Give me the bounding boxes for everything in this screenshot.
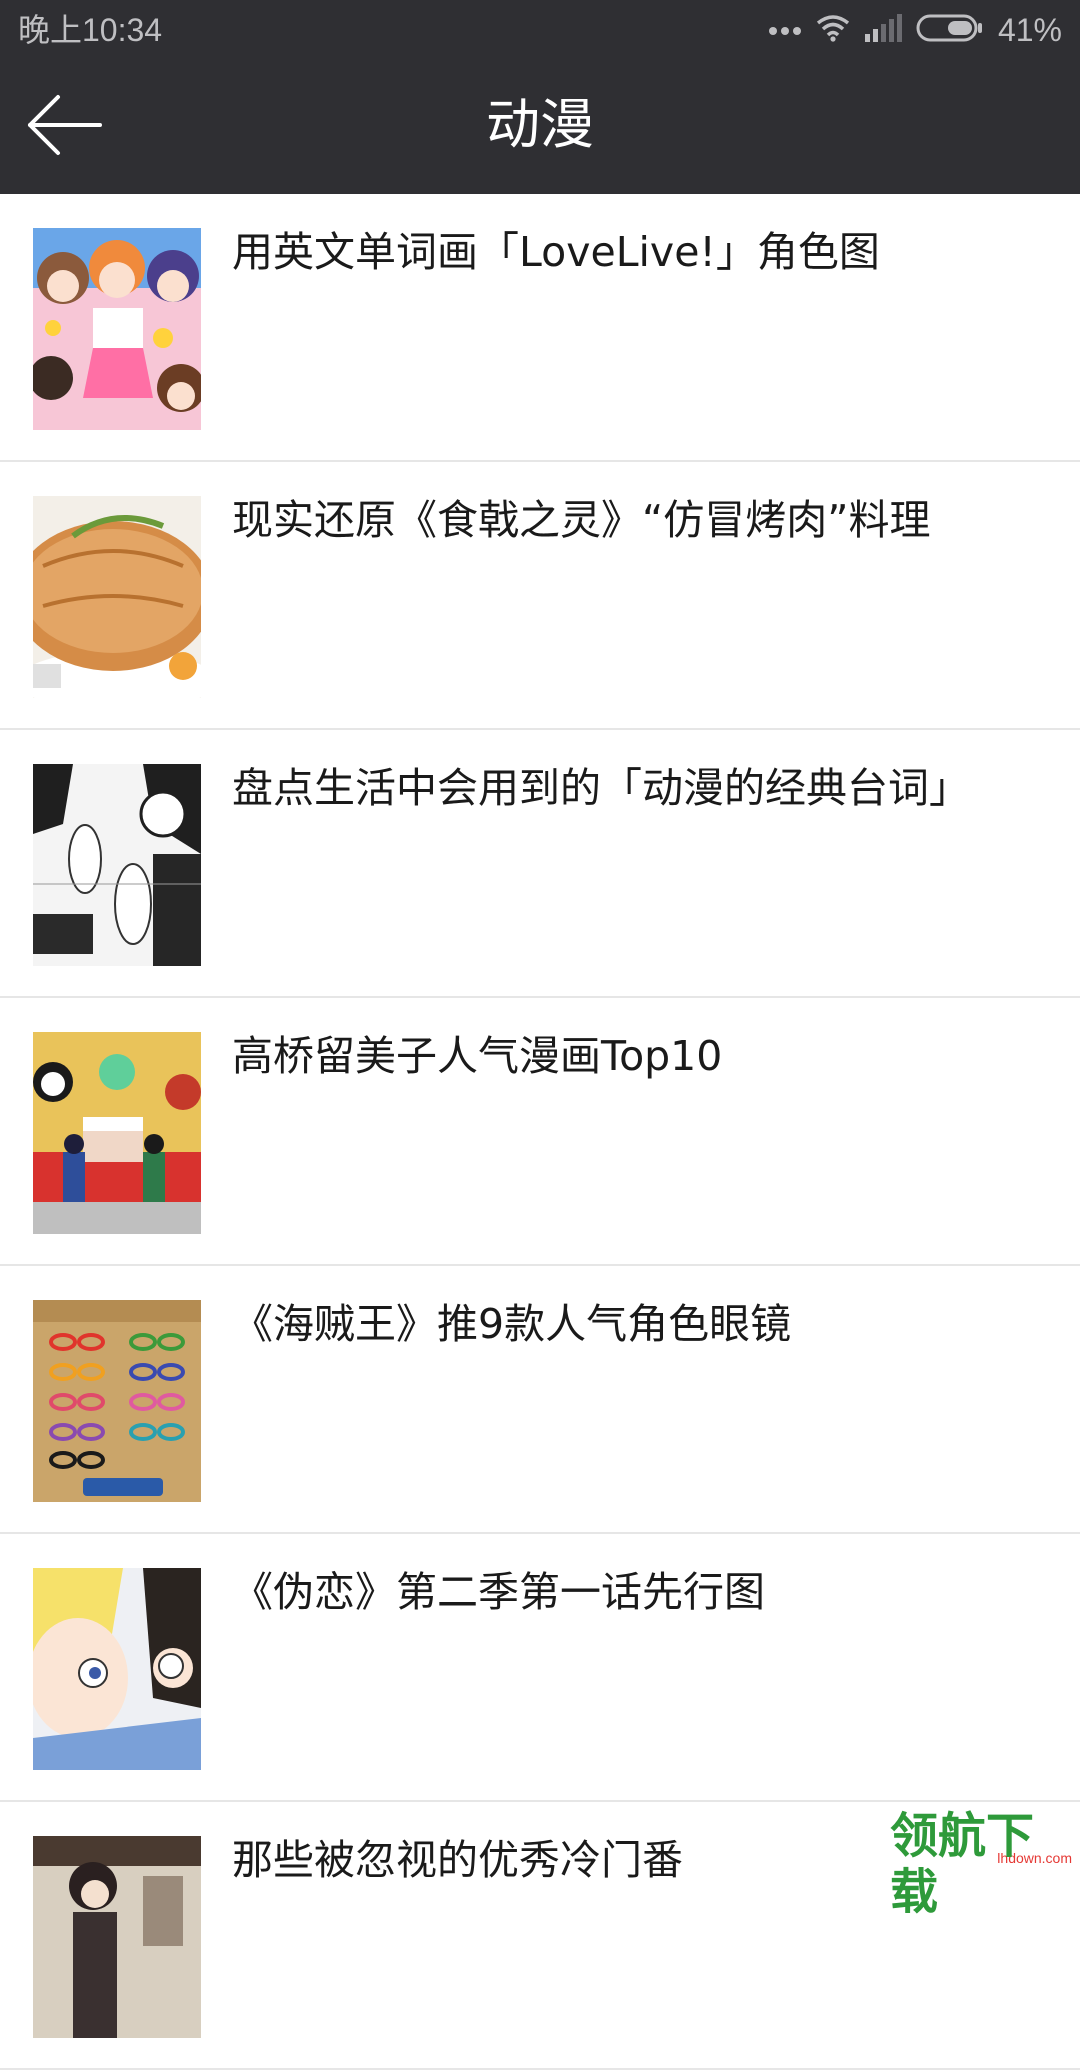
article-thumbnail <box>33 1032 201 1234</box>
status-bar: 晚上10:34 <box>0 0 1080 60</box>
battery-percent: 41% <box>998 12 1062 49</box>
more-dots-icon <box>768 21 802 40</box>
article-title: 《海贼王》推9款人气角色眼镜 <box>232 1296 1060 1352</box>
article-list: 用英文单词画「LoveLive!」角色图 现实还原《食戟之灵》“仿冒烤肉”料理 <box>0 194 1080 2070</box>
article-thumbnail <box>33 228 201 430</box>
status-icons: 41% <box>768 0 1062 60</box>
article-thumbnail <box>33 1836 201 2038</box>
list-item[interactable]: 现实还原《食戟之灵》“仿冒烤肉”料理 <box>0 462 1080 730</box>
article-thumbnail <box>33 1568 201 1770</box>
list-item[interactable]: 《海贼王》推9款人气角色眼镜 <box>0 1266 1080 1534</box>
article-title: 盘点生活中会用到的「动漫的经典台词」 <box>232 760 1060 816</box>
watermark-text: 领航下载 <box>890 1808 1080 1920</box>
wifi-icon <box>816 14 850 46</box>
watermark-logo: lhdown.com 领航下载 <box>890 1850 1080 1920</box>
article-title: 用英文单词画「LoveLive!」角色图 <box>232 224 1060 280</box>
list-item[interactable]: 高桥留美子人气漫画Top10 <box>0 998 1080 1266</box>
status-time: 晚上10:34 <box>18 10 162 50</box>
article-title: 高桥留美子人气漫画Top10 <box>232 1028 1060 1084</box>
signal-icon <box>864 14 902 46</box>
page-title: 动漫 <box>0 90 1080 160</box>
app-bar: 动漫 <box>0 60 1080 194</box>
article-title: 《伪恋》第二季第一话先行图 <box>232 1564 1060 1620</box>
article-thumbnail <box>33 764 201 966</box>
article-title: 现实还原《食戟之灵》“仿冒烤肉”料理 <box>232 492 1060 548</box>
battery-icon <box>916 14 984 46</box>
list-item[interactable]: 盘点生活中会用到的「动漫的经典台词」 <box>0 730 1080 998</box>
article-thumbnail <box>33 1300 201 1502</box>
list-item[interactable]: 用英文单词画「LoveLive!」角色图 <box>0 194 1080 462</box>
list-item[interactable]: 《伪恋》第二季第一话先行图 <box>0 1534 1080 1802</box>
article-thumbnail <box>33 496 201 698</box>
